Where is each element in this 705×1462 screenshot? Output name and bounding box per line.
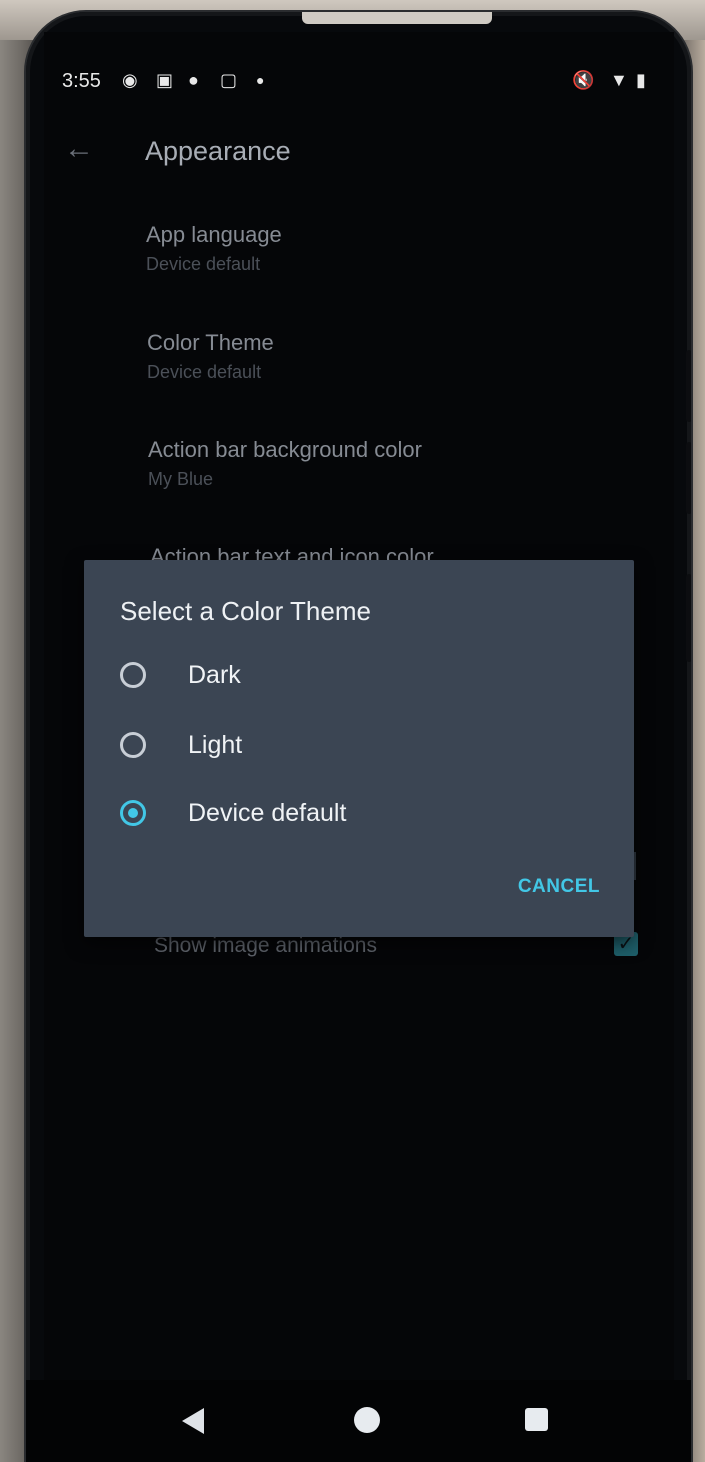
pref-summary: Device default [147, 362, 262, 382]
nav-home-icon[interactable] [354, 1407, 380, 1433]
volume-up-button [686, 350, 691, 422]
radio-button-selected[interactable] [120, 800, 146, 826]
cancel-button[interactable]: CANCEL [518, 876, 600, 898]
radio-button[interactable] [120, 662, 146, 688]
maps-icon: ● [188, 70, 199, 90]
back-arrow-icon[interactable]: ← [64, 132, 94, 166]
option-dark[interactable]: Dark [120, 650, 600, 700]
pref-title: Action bar background color [148, 437, 422, 462]
nav-back-icon[interactable] [182, 1408, 204, 1434]
pref-app-language[interactable]: App language Device default [146, 222, 282, 275]
battery-icon: ▮ [636, 70, 646, 90]
top-bezel [302, 12, 492, 24]
option-light[interactable]: Light [120, 720, 600, 770]
option-label: Dark [188, 660, 241, 689]
wifi-icon: ▼ [610, 70, 628, 90]
volume-down-button [686, 442, 691, 514]
mute-icon: 🔇 [572, 70, 595, 90]
page-title: Appearance [145, 136, 291, 166]
pref-show-image-animations[interactable]: Show image animations [154, 934, 377, 958]
bag-icon: ▢ [220, 70, 238, 90]
pref-summary: My Blue [148, 469, 214, 489]
status-time: 3:55 [62, 70, 101, 92]
dialog-title: Select a Color Theme [120, 596, 371, 626]
power-button [686, 574, 691, 662]
sim-icon: ▣ [156, 70, 174, 90]
pref-color-theme[interactable]: Color Theme Device default [147, 330, 274, 383]
radio-button[interactable] [120, 732, 146, 758]
steam-icon: ◉ [122, 70, 138, 90]
option-device-default[interactable]: Device default [120, 788, 600, 838]
color-theme-dialog: Select a Color Theme Dark Light Device d… [84, 560, 634, 937]
option-label: Light [188, 730, 243, 759]
pref-title: Color Theme [147, 330, 274, 355]
option-label: Device default [188, 798, 347, 827]
status-bar: 3:55 ◉ ▣ ● ▢ ● 🔇 ▼ ▮ [26, 52, 691, 92]
nav-recents-icon[interactable] [525, 1408, 548, 1431]
pref-title: App language [146, 222, 282, 247]
pref-summary: Device default [146, 254, 261, 274]
phone-frame: 3:55 ◉ ▣ ● ▢ ● 🔇 ▼ ▮ ← Appearance App la… [26, 12, 691, 1462]
pref-action-bar-bg-color[interactable]: Action bar background color My Blue [148, 437, 422, 490]
dot-icon: ● [256, 72, 265, 88]
